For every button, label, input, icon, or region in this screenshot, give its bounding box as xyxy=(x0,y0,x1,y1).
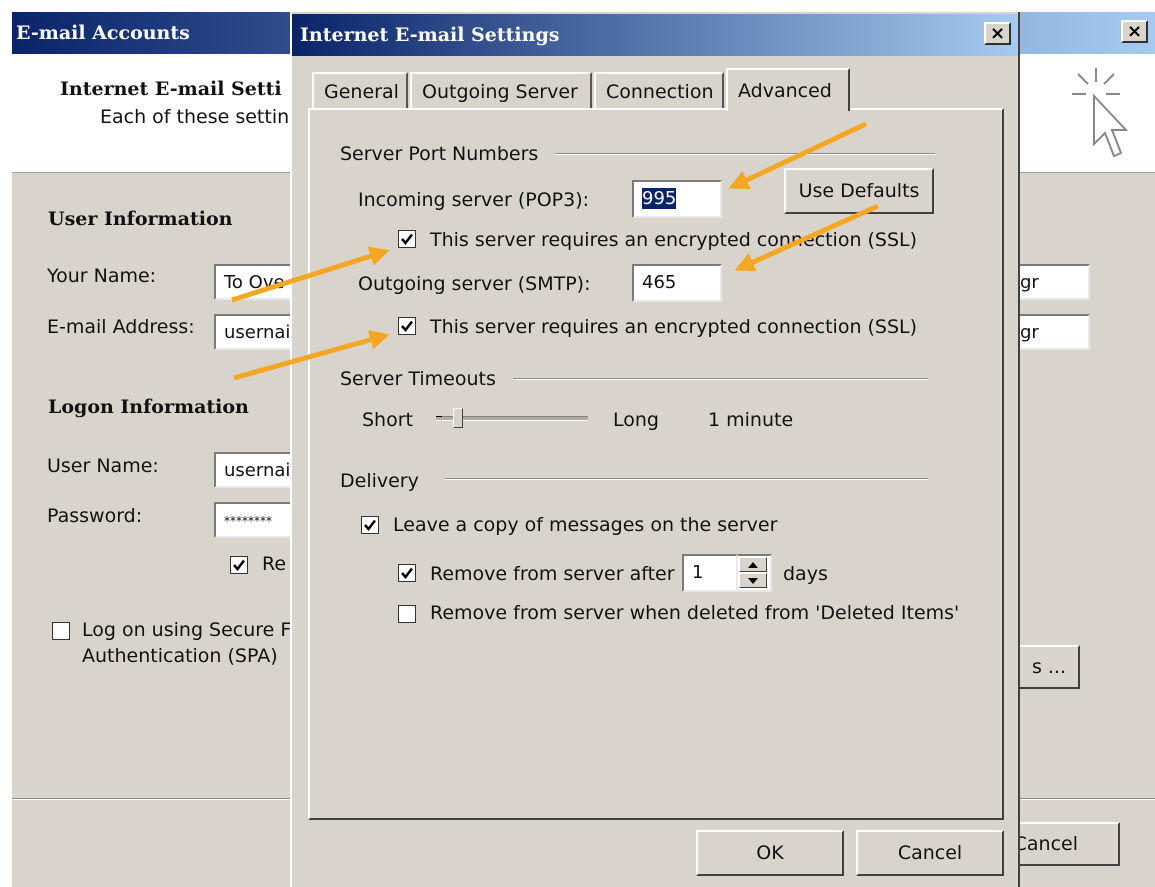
timeout-slider-thumb[interactable] xyxy=(453,408,464,428)
logon-info-heading: Logon Information xyxy=(48,396,249,418)
arrow-down-icon xyxy=(748,577,758,584)
checkmark-icon xyxy=(233,559,245,571)
outgoing-ssl-label: This server requires an encrypted connec… xyxy=(430,316,918,338)
timeouts-group-rule xyxy=(513,378,928,380)
delivery-group-rule xyxy=(445,478,928,480)
remember-password-checkbox[interactable] xyxy=(230,556,248,574)
delivery-group-label: Delivery xyxy=(340,470,419,492)
your-name-input-right[interactable]: gr xyxy=(1010,264,1090,300)
incoming-ssl-checkbox[interactable] xyxy=(398,230,416,248)
leave-copy-checkbox[interactable] xyxy=(361,516,379,534)
remove-deleted-label: Remove from server when deleted from 'De… xyxy=(430,602,960,624)
ok-button[interactable]: OK xyxy=(696,830,844,876)
use-defaults-button[interactable]: Use Defaults xyxy=(784,168,934,214)
cancel-label: Cancel xyxy=(897,842,963,864)
checkmark-icon xyxy=(401,233,413,245)
tab-advanced-label: Advanced xyxy=(738,79,832,102)
tab-outgoing-server-label: Outgoing Server xyxy=(422,81,578,103)
incoming-port-value: 995 xyxy=(642,188,677,209)
your-name-label: Your Name: xyxy=(47,265,157,287)
incoming-port-input[interactable]: 995 xyxy=(632,180,722,218)
tab-general[interactable]: General xyxy=(312,72,408,110)
incoming-ssl-label: This server requires an encrypted connec… xyxy=(430,229,918,251)
user-name-label: User Name: xyxy=(47,455,159,477)
email-address-value: usernai xyxy=(224,322,291,343)
email-accounts-close-button[interactable]: × xyxy=(1121,20,1148,43)
email-address-label: E-mail Address: xyxy=(47,316,195,338)
spinner-up-button[interactable] xyxy=(739,557,767,572)
timeout-value: 1 minute xyxy=(708,409,794,431)
email-accounts-title: E-mail Accounts xyxy=(16,22,190,44)
user-info-heading: User Information xyxy=(48,208,233,230)
leave-copy-label: Leave a copy of messages on the server xyxy=(393,514,778,536)
ports-group-label: Server Port Numbers xyxy=(340,143,539,165)
user-name-value: usernai xyxy=(224,460,291,481)
remove-after-checkbox[interactable] xyxy=(398,564,416,582)
spa-label-line1: Log on using Secure F xyxy=(82,619,292,641)
ports-group-rule xyxy=(555,153,935,155)
password-value: ******** xyxy=(224,514,272,528)
dialog-titlebar: Internet E-mail Settings xyxy=(292,14,1018,56)
checkmark-icon xyxy=(401,567,413,579)
tab-outgoing-server[interactable]: Outgoing Server xyxy=(410,72,592,110)
days-label: days xyxy=(783,563,828,585)
cancel-button[interactable]: Cancel xyxy=(856,830,1004,876)
timeout-long-label: Long xyxy=(613,409,659,431)
dialog-title: Internet E-mail Settings xyxy=(300,24,560,46)
remove-after-days-input[interactable]: 1 xyxy=(682,554,738,592)
email-address-right-value: gr xyxy=(1020,322,1039,343)
tab-connection-label: Connection xyxy=(606,81,714,103)
remove-after-days-value: 1 xyxy=(692,562,704,583)
more-settings-label: s ... xyxy=(1031,656,1066,678)
your-name-right-value: gr xyxy=(1020,272,1039,293)
timeout-slider[interactable] xyxy=(432,406,592,432)
spinner-down-button[interactable] xyxy=(739,573,767,588)
outgoing-port-value: 465 xyxy=(642,272,677,293)
tab-connection[interactable]: Connection xyxy=(594,72,724,110)
close-icon: × xyxy=(989,23,1006,44)
timeout-slider-tick xyxy=(436,416,442,417)
tab-general-label: General xyxy=(324,81,399,103)
cursor-sparkle-icon xyxy=(1072,68,1129,158)
timeout-short-label: Short xyxy=(362,409,413,431)
remove-after-label: Remove from server after xyxy=(430,563,675,585)
tab-advanced[interactable]: Advanced xyxy=(726,68,850,111)
spa-checkbox[interactable] xyxy=(52,622,70,640)
outgoing-ssl-checkbox[interactable] xyxy=(398,317,416,335)
days-spinner[interactable] xyxy=(738,554,772,592)
close-icon: × xyxy=(1126,21,1143,42)
spa-label-line2: Authentication (SPA) xyxy=(82,645,278,667)
use-defaults-label: Use Defaults xyxy=(798,180,920,202)
back-cancel-label: Cancel xyxy=(1013,833,1078,855)
outgoing-port-input[interactable]: 465 xyxy=(632,264,722,302)
arrow-up-icon xyxy=(748,561,758,568)
outgoing-server-label: Outgoing server (SMTP): xyxy=(358,273,591,295)
header-title: Internet E-mail Setti xyxy=(60,78,282,100)
password-label: Password: xyxy=(47,505,143,527)
remove-deleted-checkbox[interactable] xyxy=(398,605,416,623)
email-address-input-right[interactable]: gr xyxy=(1010,314,1090,350)
incoming-server-label: Incoming server (POP3): xyxy=(358,189,590,211)
your-name-value: To Ove xyxy=(224,272,285,293)
header-subtitle: Each of these settin xyxy=(100,106,290,128)
remember-password-label: Re xyxy=(262,553,287,575)
dialog-close-button[interactable]: × xyxy=(984,22,1011,45)
ok-label: OK xyxy=(756,842,784,864)
checkmark-icon xyxy=(401,320,413,332)
checkmark-icon xyxy=(364,519,376,531)
timeouts-group-label: Server Timeouts xyxy=(340,368,496,390)
